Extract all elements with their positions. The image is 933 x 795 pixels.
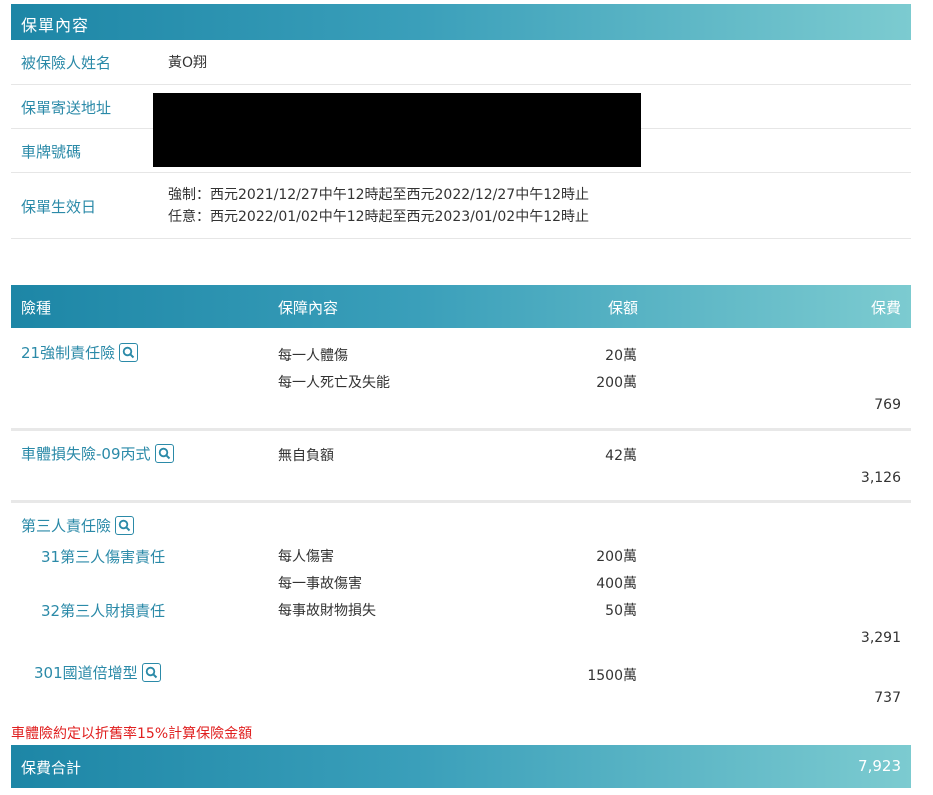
coverage-amount: 50萬 bbox=[605, 603, 637, 619]
coverage-detail: 每一事故傷害 bbox=[278, 576, 362, 592]
coverage-amount: 1500萬 bbox=[587, 668, 637, 684]
section-divider bbox=[11, 428, 911, 431]
depreciation-note: 車體險約定以折舊率15%計算保險金額 bbox=[11, 726, 253, 742]
coverage-compulsory[interactable]: 21強制責任險 bbox=[21, 342, 139, 363]
effective-row: 保單生效日 強制：西元2021/12/27中午12時起至西元2022/12/27… bbox=[11, 173, 911, 239]
header-type: 險種 bbox=[21, 299, 52, 317]
coverage-name: 車體損失險-09丙式 bbox=[21, 445, 151, 463]
section-divider bbox=[11, 500, 911, 503]
coverage-premium: 3,291 bbox=[860, 630, 901, 646]
coverage-premium: 3,126 bbox=[860, 470, 901, 486]
coverage-amount: 200萬 bbox=[596, 549, 637, 565]
coverage-name: 21強制責任險 bbox=[21, 344, 116, 362]
coverage-body-damage[interactable]: 車體損失險-09丙式 bbox=[21, 443, 174, 464]
coverage-premium: 769 bbox=[874, 397, 901, 413]
total-value: 7,923 bbox=[858, 757, 901, 775]
redacted-block bbox=[153, 93, 641, 167]
search-icon[interactable] bbox=[154, 444, 174, 463]
coverage-detail: 無自負額 bbox=[278, 448, 334, 464]
effective-voluntary: 任意：西元2022/01/02中午12時起至西元2023/01/02中午12時止 bbox=[168, 209, 590, 225]
address-label: 保單寄送地址 bbox=[21, 99, 112, 117]
policy-section-header: 保單內容 bbox=[11, 4, 911, 40]
coverage-detail: 每人傷害 bbox=[278, 549, 334, 565]
coverage-detail: 每一人體傷 bbox=[278, 348, 348, 364]
coverage-amount: 200萬 bbox=[596, 375, 637, 391]
header-content: 保障內容 bbox=[278, 299, 339, 317]
coverage-amount: 20萬 bbox=[605, 348, 637, 364]
coverage-amount: 42萬 bbox=[605, 448, 637, 464]
effective-label: 保單生效日 bbox=[21, 198, 97, 216]
search-icon[interactable] bbox=[115, 516, 135, 535]
coverage-detail: 每事故財物損失 bbox=[278, 603, 376, 619]
total-label: 保費合計 bbox=[21, 759, 82, 777]
search-icon[interactable] bbox=[141, 663, 161, 682]
effective-compulsory: 強制：西元2021/12/27中午12時起至西元2022/12/27中午12時止 bbox=[168, 187, 590, 203]
coverage-third-party[interactable]: 第三人責任險 bbox=[21, 515, 135, 536]
header-amount: 保額 bbox=[607, 299, 638, 317]
insured-value: 黃O翔 bbox=[168, 55, 208, 71]
search-icon[interactable] bbox=[119, 343, 139, 362]
plate-label: 車牌號碼 bbox=[21, 143, 82, 161]
coverage-name: 301國道倍增型 bbox=[34, 664, 138, 682]
sub-coverage-name: 32第三人財損責任 bbox=[41, 602, 166, 620]
insured-row: 被保險人姓名 黃O翔 bbox=[11, 40, 911, 85]
header-premium: 保費 bbox=[870, 299, 901, 317]
coverage-highway[interactable]: 301國道倍增型 bbox=[34, 662, 161, 683]
sub-coverage-name: 31第三人傷害責任 bbox=[41, 548, 166, 566]
coverage-name: 第三人責任險 bbox=[21, 517, 112, 535]
coverage-table-header: 險種 保障內容 保額 保費 bbox=[11, 285, 911, 328]
coverage-premium: 737 bbox=[874, 690, 901, 706]
policy-section-title: 保單內容 bbox=[21, 16, 90, 35]
total-bar: 保費合計 7,923 bbox=[11, 745, 911, 788]
coverage-amount: 400萬 bbox=[596, 576, 637, 592]
coverage-detail: 每一人死亡及失能 bbox=[278, 375, 390, 391]
insured-label: 被保險人姓名 bbox=[21, 54, 112, 72]
